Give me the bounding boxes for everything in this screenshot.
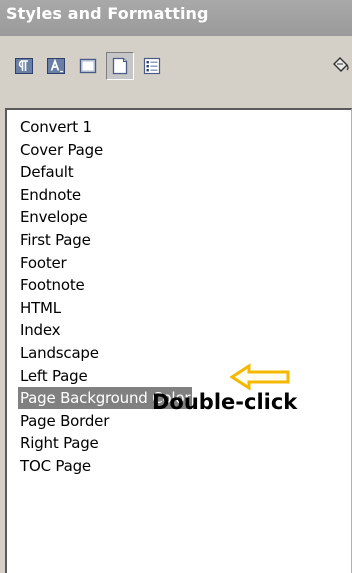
toolbar <box>0 36 352 96</box>
style-item[interactable]: First Page <box>18 229 93 251</box>
paragraph-styles-button[interactable] <box>10 52 38 80</box>
style-item[interactable]: Left Page <box>18 365 90 387</box>
style-item[interactable]: Right Page <box>18 432 101 454</box>
frame-styles-icon <box>79 58 97 74</box>
paragraph-styles-icon <box>15 58 33 74</box>
style-item[interactable]: Default <box>18 161 75 183</box>
character-styles-button[interactable] <box>42 52 70 80</box>
page-styles-icon <box>112 57 128 75</box>
style-item[interactable]: Index <box>18 319 62 341</box>
frame-styles-button[interactable] <box>74 52 102 80</box>
title-bar: Styles and Formatting <box>0 0 352 36</box>
style-item[interactable]: Envelope <box>18 206 90 228</box>
character-styles-icon <box>47 58 65 74</box>
list-styles-button[interactable] <box>138 52 166 80</box>
style-item[interactable]: Cover Page <box>18 139 105 161</box>
style-item[interactable]: TOC Page <box>18 455 93 477</box>
paint-bucket-icon <box>333 57 349 72</box>
annotation-label: Double-click <box>152 390 298 414</box>
fill-format-mode-button[interactable] <box>326 52 352 80</box>
style-item[interactable]: Convert 1 <box>18 116 94 138</box>
style-item[interactable]: HTML <box>18 297 63 319</box>
page-styles-button[interactable] <box>106 52 134 80</box>
style-item[interactable]: Footnote <box>18 274 87 296</box>
style-item[interactable]: Endnote <box>18 184 83 206</box>
window-title: Styles and Formatting <box>6 4 209 23</box>
styles-list[interactable]: Convert 1 Cover Page Default Endnote Envelop… <box>5 108 352 573</box>
left-arrow-icon <box>230 363 290 391</box>
list-styles-icon <box>143 57 161 75</box>
style-item[interactable]: Footer <box>18 252 69 274</box>
style-item[interactable]: Landscape <box>18 342 101 364</box>
style-item[interactable]: Page Border <box>18 410 111 432</box>
